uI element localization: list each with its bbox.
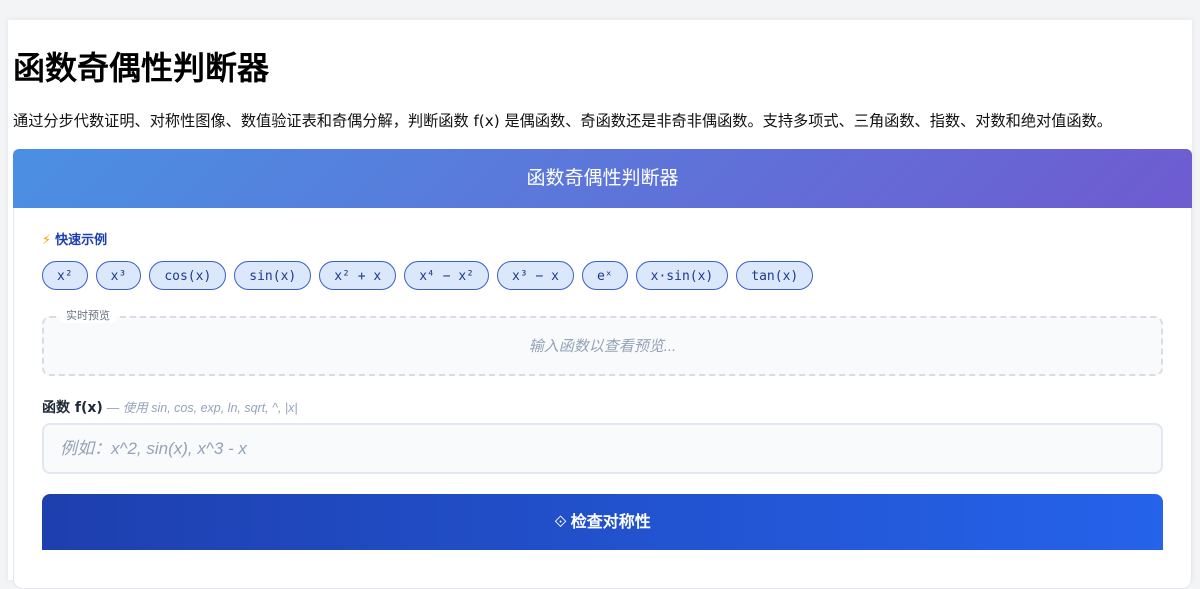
example-chip[interactable]: x·sin(x) (635, 261, 729, 290)
quick-examples-list: x² x³ cos(x) sin(x) x² + x x⁴ − x² x³ − … (42, 261, 814, 290)
example-chip[interactable]: x² (42, 261, 88, 290)
example-chip[interactable]: x³ − x (497, 261, 574, 290)
live-preview-box: 实时预览 输入函数以查看预览... (42, 309, 1163, 376)
page-container: 函数奇偶性判断器 通过分步代数证明、对称性图像、数值验证表和奇偶分解，判断函数 … (8, 20, 1192, 589)
quick-examples-heading: ⚡ 快速示例 (42, 232, 107, 250)
quick-examples-label: 快速示例 (55, 233, 108, 248)
function-syntax-hint: — 使用 sin, cos, exp, ln, sqrt, ^, |x| (106, 401, 298, 415)
diamond-icon: ⟐ (554, 512, 567, 531)
live-preview-legend: 实时预览 (60, 309, 116, 323)
tool-header-banner: 函数奇偶性判断器 (13, 149, 1192, 208)
tool-card: ⚡ 快速示例 x² x³ cos(x) sin(x) x² + x x⁴ − x²… (13, 208, 1192, 589)
function-label-text: 函数 f(x) (42, 400, 103, 416)
example-chip[interactable]: sin(x) (234, 261, 312, 290)
example-chip[interactable]: x³ (95, 261, 142, 290)
example-chip[interactable]: x⁴ − x² (404, 261, 490, 290)
check-symmetry-label: 检查对称性 (570, 512, 651, 531)
example-chip[interactable]: x² + x (319, 261, 397, 290)
lightning-icon: ⚡ (42, 233, 52, 248)
banner-title: 函数奇偶性判断器 (526, 167, 679, 189)
example-chip[interactable]: eˣ (581, 261, 628, 290)
page-title: 函数奇偶性判断器 (13, 49, 270, 87)
example-chip[interactable]: tan(x) (736, 261, 814, 290)
example-chip[interactable]: cos(x) (149, 261, 227, 290)
function-field-label: 函数 f(x) — 使用 sin, cos, exp, ln, sqrt, ^, … (42, 397, 298, 418)
check-symmetry-button[interactable]: ⟐ 检查对称性 (42, 494, 1163, 550)
live-preview-placeholder: 输入函数以查看预览... (528, 338, 677, 355)
page-description: 通过分步代数证明、对称性图像、数值验证表和奇偶分解，判断函数 f(x) 是偶函数… (13, 112, 1112, 130)
function-input[interactable] (42, 423, 1163, 474)
